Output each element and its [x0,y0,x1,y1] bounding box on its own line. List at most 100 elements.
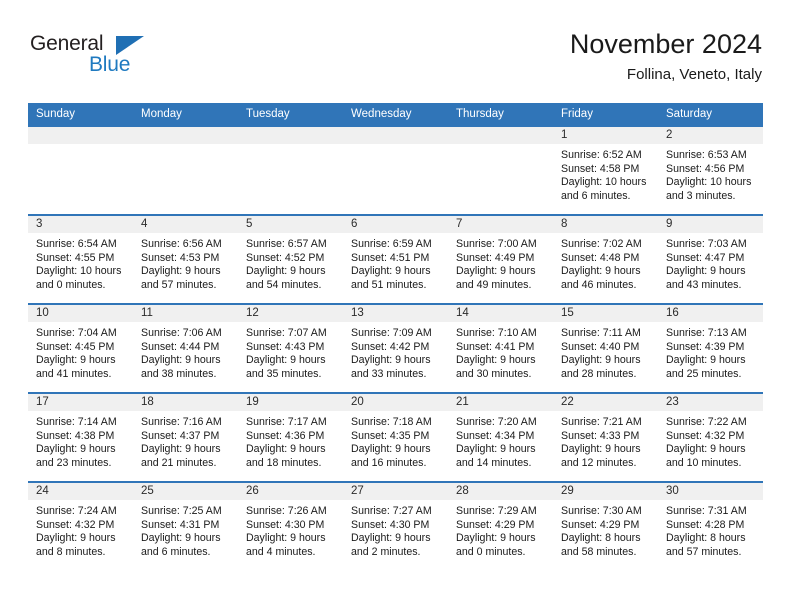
calendar-day-cell[interactable]: 30 Sunrise: 7:31 AM Sunset: 4:28 PM Dayligh… [658,481,763,571]
sunset-text: Sunset: 4:58 PM [561,162,640,175]
daylight-text: Daylight: 10 hours and 6 minutes. [561,176,647,202]
daylight-text: Daylight: 10 hours and 0 minutes. [36,265,122,291]
page-subtitle: Follina, Veneto, Italy [626,66,762,83]
day-details: Sunrise: 7:16 AM Sunset: 4:37 PM Daylight:… [133,411,238,470]
sunrise-text: Sunrise: 7:02 AM [561,238,642,250]
day-details: Sunrise: 7:03 AM Sunset: 4:47 PM Daylight:… [658,233,763,292]
calendar-day-cell[interactable]: 16 Sunrise: 7:13 AM Sunset: 4:39 PM Dayligh… [658,303,763,393]
sunrise-text: Sunrise: 7:24 AM [36,505,117,517]
calendar-day-cell[interactable]: 21 Sunrise: 7:20 AM Sunset: 4:34 PM Dayligh… [448,392,553,482]
calendar-day-cell-empty [448,125,553,215]
sunrise-text: Sunrise: 6:52 AM [561,149,642,161]
daylight-text: Daylight: 9 hours and 4 minutes. [246,532,326,558]
sunset-text: Sunset: 4:39 PM [666,340,745,353]
day-number: 24 [28,483,133,500]
day-number: 28 [448,483,553,500]
calendar-day-cell[interactable]: 29 Sunrise: 7:30 AM Sunset: 4:29 PM Dayligh… [553,481,658,571]
calendar-day-cell[interactable]: 11 Sunrise: 7:06 AM Sunset: 4:44 PM Dayligh… [133,303,238,393]
calendar-day-cell[interactable]: 19 Sunrise: 7:17 AM Sunset: 4:36 PM Dayligh… [238,392,343,482]
sunset-text: Sunset: 4:41 PM [456,340,535,353]
calendar-day-cell[interactable]: 13 Sunrise: 7:09 AM Sunset: 4:42 PM Dayligh… [343,303,448,393]
calendar-day-cell[interactable]: 23 Sunrise: 7:22 AM Sunset: 4:32 PM Dayligh… [658,392,763,482]
day-details: Sunrise: 6:59 AM Sunset: 4:51 PM Daylight:… [343,233,448,292]
calendar-day-cell[interactable]: 17 Sunrise: 7:14 AM Sunset: 4:38 PM Dayligh… [28,392,133,482]
brand-logo[interactable]: General Blue [28,32,228,88]
calendar-day-cell[interactable]: 5 Sunrise: 6:57 AM Sunset: 4:52 PM Daylight… [238,214,343,304]
calendar-body: 1 Sunrise: 6:52 AM Sunset: 4:58 PM Daylight… [28,125,763,571]
sunrise-text: Sunrise: 7:25 AM [141,505,222,517]
daylight-text: Daylight: 9 hours and 41 minutes. [36,354,116,380]
calendar-day-cell[interactable]: 10 Sunrise: 7:04 AM Sunset: 4:45 PM Dayligh… [28,303,133,393]
sunrise-text: Sunrise: 7:29 AM [456,505,537,517]
calendar-day-cell[interactable]: 9 Sunrise: 7:03 AM Sunset: 4:47 PM Daylight… [658,214,763,304]
calendar-day-cell[interactable]: 3 Sunrise: 6:54 AM Sunset: 4:55 PM Daylight… [28,214,133,304]
sunset-text: Sunset: 4:32 PM [36,518,115,531]
calendar-day-cell[interactable]: 2 Sunrise: 6:53 AM Sunset: 4:56 PM Daylight… [658,125,763,215]
day-details: Sunrise: 7:17 AM Sunset: 4:36 PM Daylight:… [238,411,343,470]
sunrise-text: Sunrise: 6:54 AM [36,238,117,250]
sunrise-text: Sunrise: 7:22 AM [666,416,747,428]
calendar-day-cell[interactable]: 1 Sunrise: 6:52 AM Sunset: 4:58 PM Daylight… [553,125,658,215]
calendar-day-cell[interactable]: 25 Sunrise: 7:25 AM Sunset: 4:31 PM Dayligh… [133,481,238,571]
sunrise-text: Sunrise: 7:10 AM [456,327,537,339]
day-details: Sunrise: 7:13 AM Sunset: 4:39 PM Daylight:… [658,322,763,381]
sunset-text: Sunset: 4:52 PM [246,251,325,264]
calendar-day-cell[interactable]: 22 Sunrise: 7:21 AM Sunset: 4:33 PM Dayligh… [553,392,658,482]
page-title: November 2024 [569,29,762,59]
day-number [343,127,448,144]
daylight-text: Daylight: 9 hours and 16 minutes. [351,443,431,469]
daylight-text: Daylight: 9 hours and 25 minutes. [666,354,746,380]
sunrise-text: Sunrise: 7:06 AM [141,327,222,339]
day-number: 14 [448,305,553,322]
day-details: Sunrise: 7:30 AM Sunset: 4:29 PM Daylight:… [553,500,658,559]
sunrise-text: Sunrise: 7:00 AM [456,238,537,250]
day-details: Sunrise: 7:14 AM Sunset: 4:38 PM Daylight:… [28,411,133,470]
day-number [238,127,343,144]
calendar-day-cell[interactable]: 4 Sunrise: 6:56 AM Sunset: 4:53 PM Daylight… [133,214,238,304]
sunset-text: Sunset: 4:29 PM [456,518,535,531]
sunrise-text: Sunrise: 7:09 AM [351,327,432,339]
day-details: Sunrise: 7:04 AM Sunset: 4:45 PM Daylight:… [28,322,133,381]
page-header: General Blue November 2024 Follina, Vene… [28,28,762,96]
sunset-text: Sunset: 4:49 PM [456,251,535,264]
calendar-day-cell[interactable]: 6 Sunrise: 6:59 AM Sunset: 4:51 PM Daylight… [343,214,448,304]
day-number: 20 [343,394,448,411]
calendar-day-cell[interactable]: 7 Sunrise: 7:00 AM Sunset: 4:49 PM Daylight… [448,214,553,304]
sunset-text: Sunset: 4:37 PM [141,429,220,442]
calendar-day-cell[interactable]: 27 Sunrise: 7:27 AM Sunset: 4:30 PM Dayligh… [343,481,448,571]
daylight-text: Daylight: 9 hours and 12 minutes. [561,443,641,469]
day-details: Sunrise: 6:57 AM Sunset: 4:52 PM Daylight:… [238,233,343,292]
calendar-day-cell[interactable]: 28 Sunrise: 7:29 AM Sunset: 4:29 PM Dayligh… [448,481,553,571]
sunset-text: Sunset: 4:44 PM [141,340,220,353]
calendar-page: General Blue November 2024 Follina, Vene… [0,0,792,612]
calendar-day-cell[interactable]: 26 Sunrise: 7:26 AM Sunset: 4:30 PM Dayligh… [238,481,343,571]
weekday-header-saturday: Saturday [658,103,763,126]
calendar-day-cell[interactable]: 8 Sunrise: 7:02 AM Sunset: 4:48 PM Daylight… [553,214,658,304]
day-number: 19 [238,394,343,411]
day-details: Sunrise: 7:20 AM Sunset: 4:34 PM Daylight:… [448,411,553,470]
calendar-day-cell[interactable]: 18 Sunrise: 7:16 AM Sunset: 4:37 PM Dayligh… [133,392,238,482]
day-number: 15 [553,305,658,322]
day-number: 27 [343,483,448,500]
daylight-text: Daylight: 9 hours and 33 minutes. [351,354,431,380]
calendar-day-cell[interactable]: 20 Sunrise: 7:18 AM Sunset: 4:35 PM Dayligh… [343,392,448,482]
day-number: 3 [28,216,133,233]
daylight-text: Daylight: 9 hours and 2 minutes. [351,532,431,558]
day-number: 17 [28,394,133,411]
daylight-text: Daylight: 8 hours and 57 minutes. [666,532,746,558]
calendar-day-cell[interactable]: 12 Sunrise: 7:07 AM Sunset: 4:43 PM Dayligh… [238,303,343,393]
day-number: 13 [343,305,448,322]
sunset-text: Sunset: 4:36 PM [246,429,325,442]
day-details: Sunrise: 7:11 AM Sunset: 4:40 PM Daylight:… [553,322,658,381]
calendar-day-cell[interactable]: 15 Sunrise: 7:11 AM Sunset: 4:40 PM Dayligh… [553,303,658,393]
weekday-header-sunday: Sunday [28,103,133,126]
sunset-text: Sunset: 4:28 PM [666,518,745,531]
sunrise-text: Sunrise: 6:56 AM [141,238,222,250]
day-details: Sunrise: 7:18 AM Sunset: 4:35 PM Daylight:… [343,411,448,470]
title-block: November 2024 Follina, Veneto, Italy [570,28,762,84]
calendar-day-cell[interactable]: 14 Sunrise: 7:10 AM Sunset: 4:41 PM Dayligh… [448,303,553,393]
day-details: Sunrise: 6:54 AM Sunset: 4:55 PM Daylight:… [28,233,133,292]
calendar-day-cell[interactable]: 24 Sunrise: 7:24 AM Sunset: 4:32 PM Dayligh… [28,481,133,571]
day-details: Sunrise: 6:52 AM Sunset: 4:58 PM Daylight:… [553,144,658,203]
day-number: 7 [448,216,553,233]
